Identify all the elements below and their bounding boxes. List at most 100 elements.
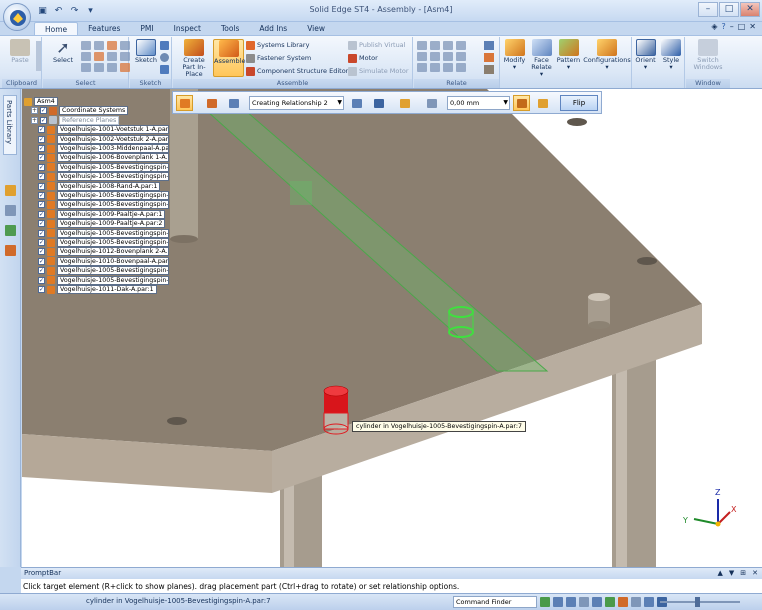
tree-part-item[interactable]: ✓ Vogelhuisje-1005-Bevestigingspin-A.par:… — [38, 275, 169, 285]
visibility-checkbox[interactable]: ✓ — [38, 248, 45, 256]
expand-icon[interactable]: + — [31, 116, 38, 124]
configurations-button[interactable]: Configurations ▾ — [583, 39, 631, 77]
tree-part-item[interactable]: ✓ Vogelhuisje-1009-Paaltje-A.par:1 — [38, 209, 166, 219]
visibility-checkbox[interactable]: ✓ — [38, 220, 45, 228]
layers-tab-icon[interactable] — [5, 205, 16, 216]
visibility-checkbox[interactable]: ✓ — [38, 276, 45, 284]
pin-icon[interactable]: ⊞ — [740, 568, 746, 579]
visibility-checkbox[interactable]: ✓ — [38, 229, 45, 237]
construction-display-button[interactable] — [225, 95, 242, 111]
tab-tools[interactable]: Tools — [211, 22, 249, 36]
orientation-button[interactable] — [513, 95, 530, 111]
ribbon-close-icon[interactable]: ✕ — [749, 22, 756, 31]
tab-home[interactable]: Home — [34, 22, 79, 36]
visibility-checkbox[interactable]: ✓ — [38, 182, 45, 190]
tree-part-item[interactable]: ✓ Vogelhuisje-1005-Bevestigingspin-A.par:… — [38, 172, 169, 182]
face-relate-button[interactable]: Face Relate ▾ — [528, 39, 555, 78]
tree-part-item[interactable]: ✓ Vogelhuisje-1008-Rand-A.par:1 — [38, 181, 161, 191]
relationship-options-button[interactable] — [348, 95, 365, 111]
tree-part-item[interactable]: ✓ Vogelhuisje-1001-Voetstuk 1-A.par:1 — [38, 125, 169, 135]
tree-part-item[interactable]: ✓ Vogelhuisje-1003-Middenpaal-A.par:1 — [38, 144, 169, 153]
maximize-button[interactable]: □ — [719, 2, 739, 17]
pattern-button[interactable]: Pattern ▾ — [555, 39, 582, 77]
visibility-checkbox[interactable]: ✓ — [38, 239, 45, 246]
simulate-motor-button[interactable]: Simulate Motor — [348, 65, 409, 77]
tab-features[interactable]: Features — [78, 22, 130, 36]
assemble-button[interactable]: Assemble — [213, 39, 245, 77]
visibility-checkbox[interactable]: ✓ — [40, 107, 47, 115]
visibility-checkbox[interactable]: ✓ — [38, 286, 45, 293]
shading-icon[interactable] — [631, 597, 641, 607]
select-button[interactable]: ➚ Select — [47, 39, 79, 77]
tree-part-item[interactable]: ✓ Vogelhuisje-1011-Dak-A.par:1 — [38, 285, 157, 294]
zoom-icon[interactable] — [553, 597, 563, 607]
tree-part-item[interactable]: ✓ Vogelhuisje-1005-Bevestigingspin-A.par:… — [38, 162, 169, 172]
visibility-checkbox[interactable]: ✓ — [38, 126, 45, 134]
sketch-small-icons[interactable] — [160, 41, 170, 74]
sketch-button[interactable]: Sketch — [130, 39, 162, 77]
expand-icon[interactable]: + — [31, 107, 38, 115]
visibility-checkbox[interactable]: ✓ — [38, 210, 45, 218]
switch-windows-button[interactable]: Switch Windows — [690, 39, 726, 77]
ribbon-restore-icon[interactable]: □ — [738, 22, 746, 31]
tab-add-ins[interactable]: Add Ins — [249, 22, 297, 36]
publish-virtual-button[interactable]: Publish Virtual — [348, 39, 405, 51]
visibility-checkbox[interactable]: ✓ — [38, 145, 45, 152]
tree-part-item[interactable]: ✓ Vogelhuisje-1009-Paaltje-A.par:2 — [38, 219, 166, 229]
ribbon-minimize-icon[interactable]: – — [730, 22, 734, 31]
visibility-checkbox[interactable]: ✓ — [38, 257, 45, 265]
offset-type-button[interactable] — [423, 95, 440, 111]
visibility-checkbox[interactable]: ✓ — [38, 154, 45, 162]
tree-part-item[interactable]: ✓ Vogelhuisje-1005-Bevestigingspin-A.par:… — [38, 238, 169, 247]
visibility-checkbox[interactable]: ✓ — [38, 135, 45, 143]
tab-inspect[interactable]: Inspect — [164, 22, 211, 36]
lock-rotation-button[interactable] — [534, 95, 551, 111]
tab-pmi[interactable]: PMI — [130, 22, 163, 36]
offset-value-input[interactable]: 0,00 mm ▼ — [447, 96, 510, 110]
tree-part-item[interactable]: ✓ Vogelhuisje-1005-Bevestigingspin-A.par:… — [38, 191, 169, 200]
fastener-system-button[interactable]: Fastener System — [246, 52, 311, 64]
style-button[interactable]: Style ▾ — [658, 39, 684, 77]
command-finder-input[interactable]: Command Finder — [453, 596, 537, 608]
pan-icon[interactable] — [579, 597, 589, 607]
tree-part-item[interactable]: ✓ Vogelhuisje-1006-Bovenplank 1-A.par:1 — [38, 153, 169, 163]
relationship-select[interactable]: Creating Relationship 2 ▼ — [249, 96, 344, 110]
zoom-slider-track[interactable] — [660, 601, 740, 603]
visibility-checkbox[interactable]: ✓ — [38, 192, 45, 199]
sensors-tab-icon[interactable] — [5, 245, 16, 256]
scroll-down-icon[interactable]: ▼ — [729, 568, 734, 579]
help-icon[interactable]: ? — [721, 22, 725, 31]
visibility-checkbox[interactable]: ✓ — [40, 116, 47, 124]
tree-part-item[interactable]: ✓ Vogelhuisje-1010-Bovenpaal-A.par:1 — [38, 256, 169, 266]
tree-part-item[interactable]: ✓ Vogelhuisje-1002-Voetstuk 2-A.par:1 — [38, 134, 169, 144]
application-button[interactable] — [3, 3, 31, 31]
flip-button[interactable]: Flip — [560, 95, 598, 111]
orient-button[interactable]: Orient ▾ — [633, 39, 658, 77]
visibility-checkbox[interactable]: ✓ — [38, 173, 45, 181]
sketch-view-icon[interactable] — [605, 597, 615, 607]
options-icon[interactable]: ◈ — [711, 22, 717, 31]
parts-library-tab[interactable]: Parts Library — [3, 95, 17, 155]
rotate-icon[interactable] — [592, 597, 602, 607]
component-structure-editor-button[interactable]: Component Structure Editor — [246, 65, 348, 77]
visibility-checkbox[interactable]: ✓ — [38, 163, 45, 171]
assemble-step-button[interactable] — [176, 95, 193, 111]
features-tab-icon[interactable] — [5, 225, 16, 236]
scroll-up-icon[interactable]: ▲ — [717, 568, 722, 579]
hidden-edges-icon[interactable] — [644, 597, 654, 607]
visibility-checkbox[interactable]: ✓ — [38, 267, 45, 275]
close-button[interactable]: ✕ — [740, 2, 760, 17]
tree-coordinate-systems[interactable]: + ✓ Coordinate Systems — [31, 106, 129, 116]
tree-part-item[interactable]: ✓ Vogelhuisje-1005-Bevestigingspin-A.par:… — [38, 228, 169, 238]
relate-tools-grid[interactable] — [417, 41, 466, 72]
modify-button[interactable]: Modify ▾ — [501, 39, 528, 77]
relate-side-icons[interactable] — [484, 41, 495, 74]
view-style-icon[interactable] — [618, 597, 628, 607]
tree-part-item[interactable]: ✓ Vogelhuisje-1005-Bevestigingspin-A.par:… — [38, 200, 169, 210]
select-tools-grid[interactable] — [81, 41, 130, 72]
zoom-slider-thumb[interactable] — [695, 597, 700, 607]
paste-button[interactable]: Paste — [4, 39, 36, 77]
tree-root[interactable]: Asm4 — [24, 97, 58, 106]
mate-type-button[interactable] — [396, 95, 413, 111]
zoom-area-icon[interactable] — [540, 597, 550, 607]
